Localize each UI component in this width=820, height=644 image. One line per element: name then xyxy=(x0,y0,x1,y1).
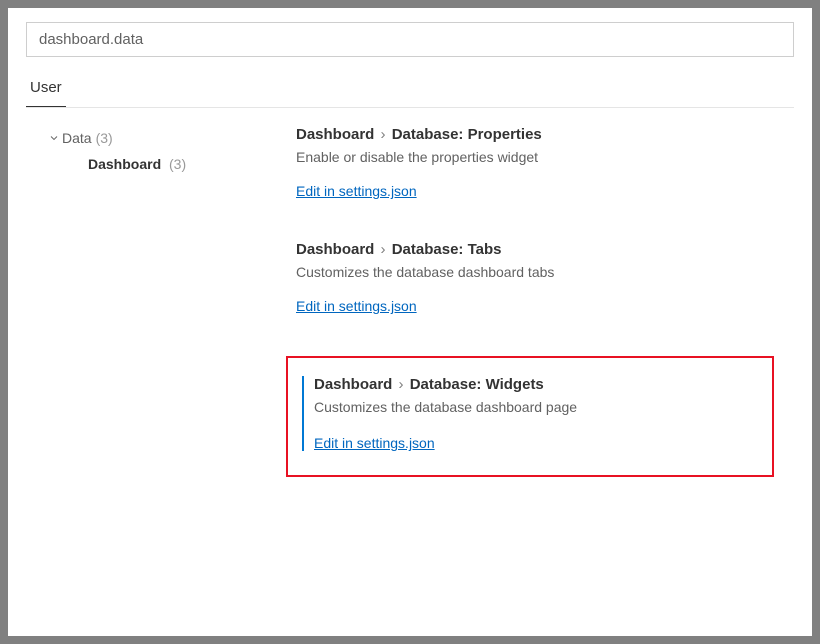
sidebar-group-data[interactable]: Data (3) xyxy=(46,126,286,150)
highlight-annotation: Dashboard › Database: Widgets Customizes… xyxy=(286,356,774,477)
settings-window: User Data (3) Dashboard (3) Dashboard › xyxy=(8,8,812,636)
setting-title: Dashboard › Database: Tabs xyxy=(296,241,774,258)
sidebar: Data (3) Dashboard (3) xyxy=(26,126,286,477)
setting-name: Properties xyxy=(468,126,542,143)
setting-widgets: Dashboard › Database: Widgets Customizes… xyxy=(302,376,758,451)
setting-title: Dashboard › Database: Widgets xyxy=(314,376,758,393)
setting-path-seg: Database: xyxy=(392,241,464,258)
chevron-down-icon xyxy=(46,132,62,144)
settings-list: Dashboard › Database: Properties Enable … xyxy=(286,126,794,477)
edit-settings-json-link[interactable]: Edit in settings.json xyxy=(296,298,417,314)
setting-description: Customizes the database dashboard page xyxy=(314,399,758,415)
separator-icon: › xyxy=(381,241,386,258)
search-input[interactable] xyxy=(26,22,794,57)
setting-name: Widgets xyxy=(486,376,544,393)
setting-description: Enable or disable the properties widget xyxy=(296,149,774,165)
setting-path-seg: Database: xyxy=(392,126,464,143)
setting-name: Tabs xyxy=(468,241,502,258)
sidebar-group-count: (3) xyxy=(96,130,113,146)
sidebar-item-count: (3) xyxy=(169,156,186,172)
tab-user[interactable]: User xyxy=(26,71,66,107)
setting-path-seg: Dashboard xyxy=(296,126,374,143)
setting-description: Customizes the database dashboard tabs xyxy=(296,264,774,280)
setting-path-seg: Dashboard xyxy=(314,376,392,393)
setting-path-seg: Database: xyxy=(410,376,482,393)
sidebar-item-label: Dashboard xyxy=(88,156,161,172)
sidebar-item-dashboard[interactable]: Dashboard (3) xyxy=(46,150,286,172)
setting-path-seg: Dashboard xyxy=(296,241,374,258)
setting-tabs: Dashboard › Database: Tabs Customizes th… xyxy=(286,241,774,314)
separator-icon: › xyxy=(399,376,404,393)
sidebar-group-label: Data xyxy=(62,130,92,146)
setting-title: Dashboard › Database: Properties xyxy=(296,126,774,143)
edit-settings-json-link[interactable]: Edit in settings.json xyxy=(296,183,417,199)
separator-icon: › xyxy=(381,126,386,143)
content-area: Data (3) Dashboard (3) Dashboard › Datab… xyxy=(26,126,794,477)
tabs-bar: User xyxy=(26,71,794,108)
edit-settings-json-link[interactable]: Edit in settings.json xyxy=(314,435,435,451)
setting-properties: Dashboard › Database: Properties Enable … xyxy=(286,126,774,199)
